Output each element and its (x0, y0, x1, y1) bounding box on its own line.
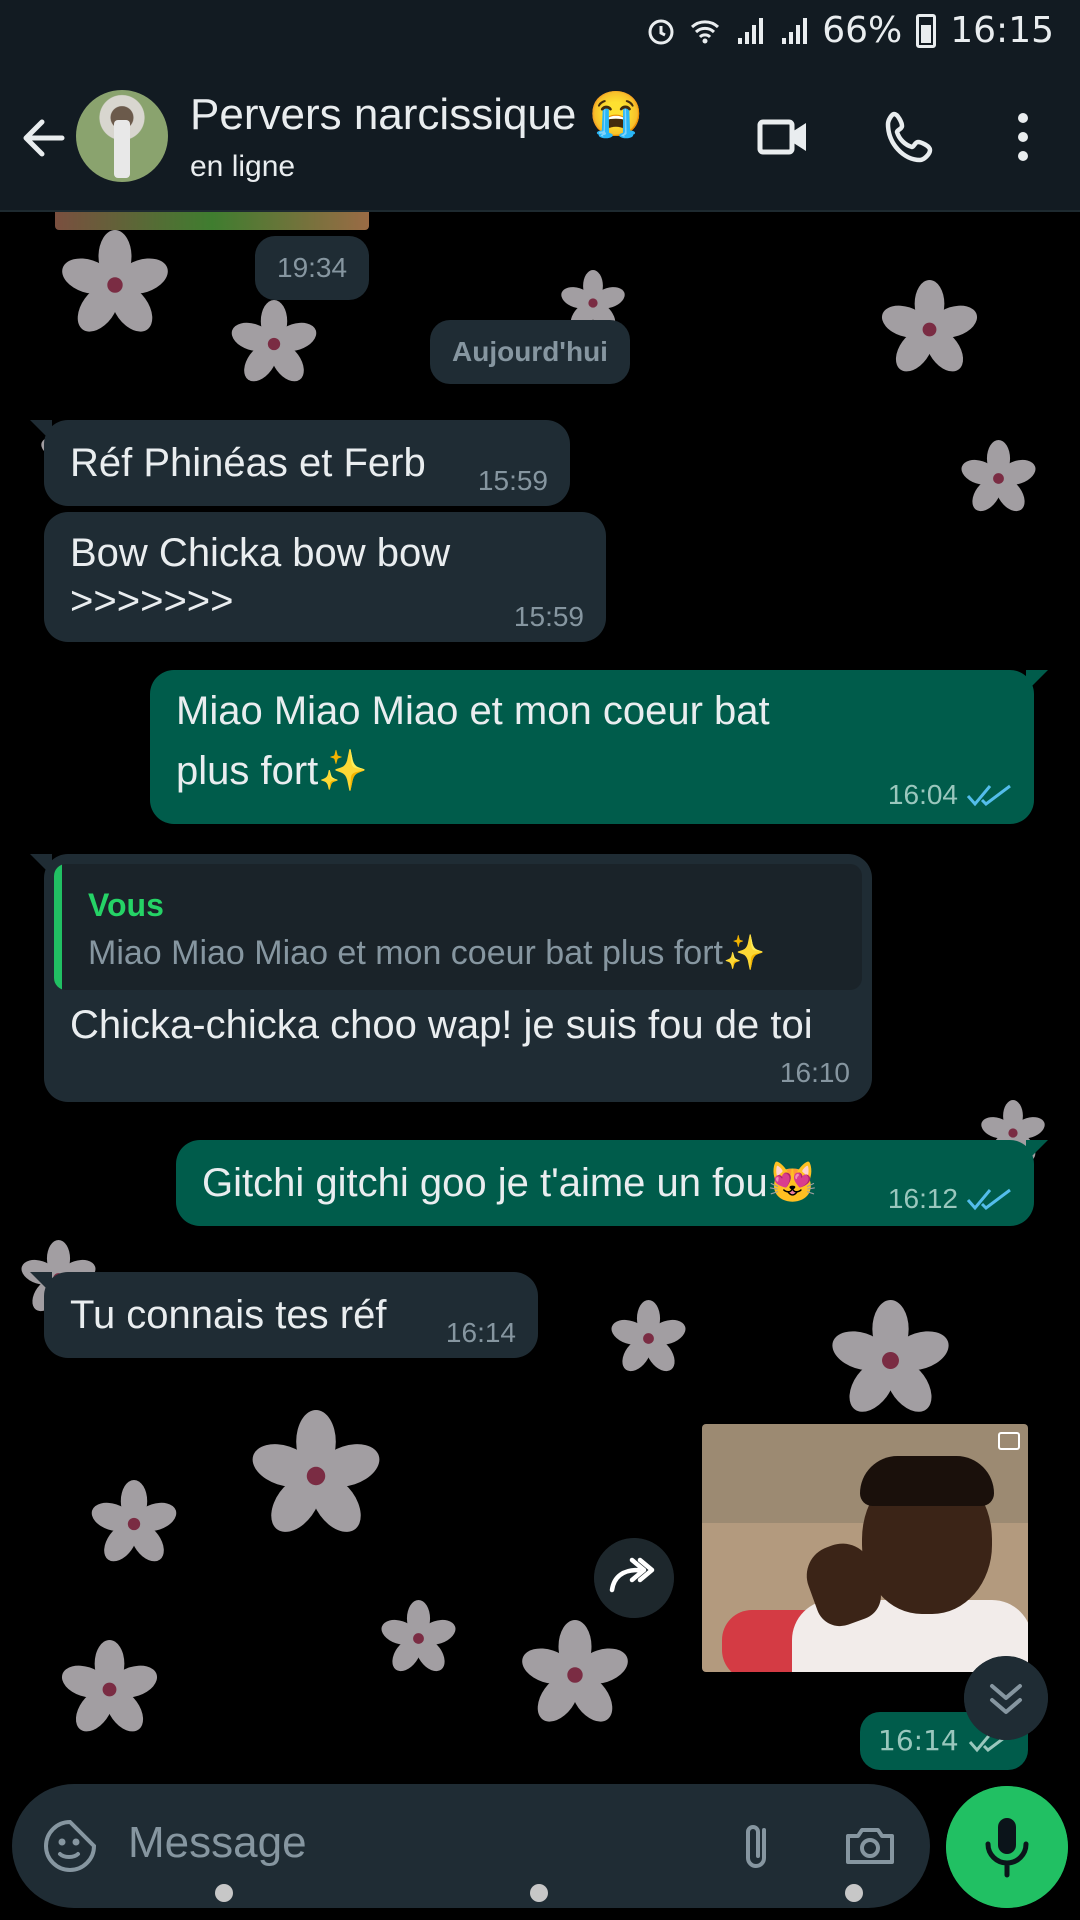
contact-avatar[interactable] (76, 90, 168, 182)
message-text-line1: Bow Chicka bow bow (70, 531, 451, 575)
message-bubble-incoming[interactable]: Tu connais tes réf 16:14 (30, 1272, 538, 1358)
quote-accent-bar (54, 864, 62, 990)
nav-indicator (215, 1884, 233, 1902)
message-bubble-incoming[interactable]: Réf Phinéas et Ferb 15:59 (30, 420, 570, 506)
nav-indicator (845, 1884, 863, 1902)
quote-text: Miao Miao Miao et mon coeur bat plus for… (88, 934, 766, 972)
message-text: Chicka-chicka choo wap! je suis fou de t… (70, 1003, 813, 1047)
message-input[interactable]: Message (128, 1818, 307, 1868)
message-time: 16:14 (878, 1724, 959, 1757)
battery-icon (916, 13, 937, 48)
bubble-tail (1026, 1140, 1048, 1162)
signal-icon-2 (782, 17, 808, 44)
read-receipt-icon (966, 1188, 1011, 1211)
camera-icon[interactable] (840, 1816, 900, 1876)
scroll-down-icon[interactable] (964, 1656, 1048, 1740)
date-separator: Aujourd'hui (430, 320, 630, 384)
message-bubble-outgoing[interactable]: Miao Miao Miao et mon coeur bat plus for… (150, 670, 1048, 824)
message-bubble-incoming[interactable]: Bow Chicka bow bow >>>>>>> 15:59 (44, 512, 606, 642)
back-arrow-icon[interactable] (16, 110, 72, 166)
bubble-tail (30, 854, 52, 876)
contact-name[interactable]: Pervers narcissique 😭 (190, 88, 643, 140)
wifi-icon (691, 19, 720, 43)
previous-image-message[interactable] (55, 212, 369, 230)
message-bubble-incoming-reply[interactable]: Vous Miao Miao Miao et mon coeur bat plu… (30, 854, 872, 1102)
gif-content (860, 1456, 994, 1506)
signal-icon (738, 17, 764, 44)
chat-header: Pervers narcissique 😭 en ligne (0, 66, 1080, 212)
forward-icon[interactable] (594, 1538, 674, 1618)
bubble-tail (30, 420, 52, 442)
message-text-line1: Miao Miao Miao et mon coeur bat (176, 689, 770, 733)
alarm-icon (648, 19, 674, 44)
status-bar: 66% 16:15 (0, 0, 1080, 66)
message-text-line2: plus fort✨ (176, 749, 369, 793)
gif-message[interactable] (702, 1424, 1028, 1672)
message-time: 15:59 (513, 601, 584, 632)
phone-icon[interactable] (880, 106, 942, 168)
message-text: Gitchi gitchi goo je t'aime un fou😻 (202, 1161, 818, 1205)
message-text: Tu connais tes réf (70, 1293, 387, 1337)
mic-icon[interactable] (946, 1786, 1068, 1908)
battery-percent: 66% (822, 10, 903, 51)
message-text-line2: >>>>>>> (70, 579, 234, 623)
quote-author: Vous (88, 887, 164, 923)
message-text: Réf Phinéas et Ferb (70, 441, 426, 485)
message-time: 16:04 (887, 779, 958, 810)
emoji-sticker-icon[interactable] (40, 1816, 100, 1876)
video-call-icon[interactable] (752, 106, 814, 168)
message-time: 16:12 (887, 1183, 958, 1214)
bubble-tail (30, 1272, 52, 1294)
clock: 16:15 (950, 10, 1054, 51)
quoted-message[interactable]: Vous Miao Miao Miao et mon coeur bat plu… (54, 864, 862, 990)
bubble-tail (1026, 670, 1048, 692)
previous-message-time: 19:34 (255, 236, 370, 300)
attach-icon[interactable] (726, 1816, 786, 1876)
contact-status: en ligne (190, 150, 296, 183)
message-composer[interactable]: Message (12, 1784, 930, 1908)
nav-indicator (530, 1884, 548, 1902)
message-time: 15:59 (477, 465, 548, 496)
read-receipt-icon (966, 784, 1011, 807)
more-vert-icon[interactable] (992, 106, 1054, 168)
message-time: 16:10 (779, 1057, 850, 1088)
message-bubble-outgoing[interactable]: Gitchi gitchi goo je t'aime un fou😻 16:1… (176, 1140, 1048, 1226)
message-time: 16:14 (445, 1317, 516, 1348)
gif-badge-icon (998, 1432, 1020, 1450)
